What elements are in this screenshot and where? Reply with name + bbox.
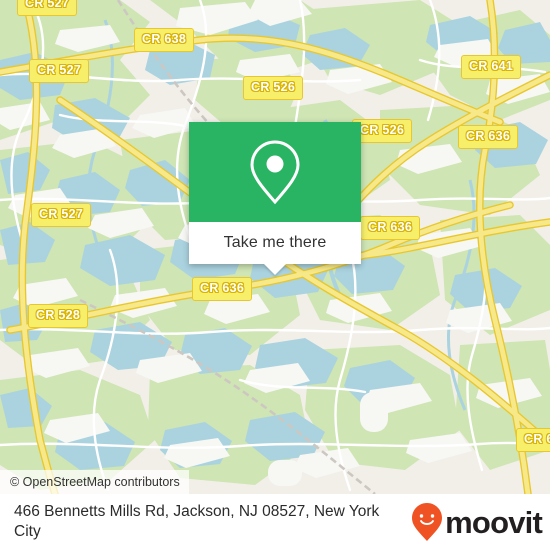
map-viewport[interactable]: CR 527 CR 638 CR 527 CR 641 CR 526 CR 526 CR 6… — [0, 0, 550, 494]
road-shield: CR 526 — [352, 119, 413, 143]
moovit-wordmark: moovit — [445, 504, 543, 540]
take-me-there-label: Take me there — [223, 234, 327, 251]
popup-marker-area — [189, 122, 361, 222]
moovit-map-screen: CR 527 CR 638 CR 527 CR 641 CR 526 CR 526 CR 6… — [0, 0, 550, 550]
take-me-there-button[interactable]: Take me there — [189, 222, 361, 264]
address-label: 466 Bennetts Mills Rd, Jackson, NJ 08527… — [14, 502, 380, 540]
moovit-pin-smile-icon — [412, 503, 443, 541]
footer-bar: 466 Bennetts Mills Rd, Jackson, NJ 08527… — [0, 494, 550, 550]
road-shield: CR 528 — [28, 304, 89, 328]
popup-pointer — [264, 264, 286, 275]
road-shield: CR 527 — [17, 0, 78, 16]
map-attribution[interactable]: © OpenStreetMap contributors — [0, 469, 189, 494]
road-shield: CR 636 — [458, 125, 519, 149]
road-shield: CR 636 — [360, 216, 421, 240]
road-shield: CR 527 — [29, 59, 90, 83]
road-shield: CR 641 — [461, 55, 522, 79]
location-popup[interactable]: Take me there — [189, 122, 361, 275]
road-shield: CR 526 — [243, 76, 304, 100]
road-shield: CR 636 — [192, 277, 253, 301]
road-shield: CR 639 — [516, 428, 550, 452]
moovit-logo[interactable]: moovit — [410, 502, 543, 542]
map-pin-icon — [250, 140, 300, 205]
road-shield: CR 527 — [31, 203, 92, 227]
road-shield: CR 638 — [134, 28, 195, 52]
